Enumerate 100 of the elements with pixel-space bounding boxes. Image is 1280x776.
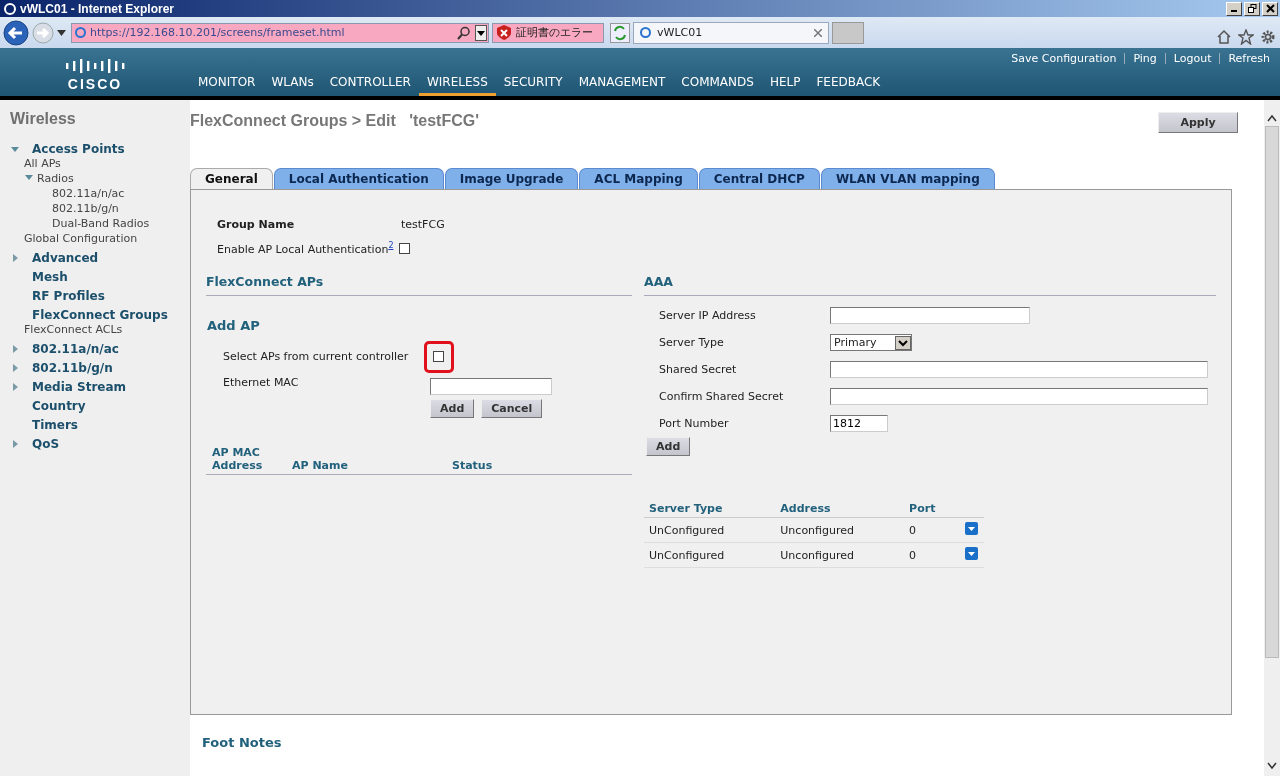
tab[interactable]: Image Upgrade	[444, 168, 579, 189]
logo-text: CISCO	[67, 75, 123, 92]
sidebar-item[interactable]: Access Points	[32, 142, 125, 156]
apply-button[interactable]: Apply	[1158, 112, 1238, 133]
search-icon[interactable]	[457, 25, 471, 40]
nav-item[interactable]: MANAGEMENT	[570, 75, 674, 97]
sidebar-subitem[interactable]: FlexConnect ACLs	[24, 322, 123, 337]
form-button[interactable]: Cancel	[481, 399, 543, 418]
nav-item[interactable]: SECURITY	[495, 75, 571, 97]
nav-item[interactable]: COMMANDS	[673, 75, 762, 97]
nav-item[interactable]: CONTROLLER	[321, 75, 419, 97]
field-label: Ethernet MAC	[223, 375, 300, 389]
certificate-error-button[interactable]: 証明書のエラー	[492, 22, 604, 43]
field-label: Shared Secret	[659, 363, 738, 376]
header-link[interactable]: Ping	[1133, 52, 1157, 65]
sidebar-item[interactable]: Advanced	[32, 251, 99, 265]
column-header: Status	[452, 459, 493, 472]
expand-icon[interactable]	[24, 172, 34, 182]
column-header: Address	[775, 500, 905, 518]
tab[interactable]: ACL Mapping	[579, 168, 698, 189]
shield-icon	[497, 25, 511, 40]
nav-item[interactable]: FEEDBACK	[808, 75, 889, 97]
table-cell: UnConfigured	[644, 517, 776, 543]
dropdown-icon[interactable]	[57, 29, 66, 36]
expand-icon[interactable]	[10, 144, 20, 154]
tab[interactable]: WLAN VLAN mapping	[820, 168, 995, 189]
add-button[interactable]: Add	[646, 437, 691, 456]
input-field[interactable]	[830, 307, 1030, 324]
server-type-dropdown[interactable]: Primary	[830, 334, 912, 351]
restore-button[interactable]	[1244, 1, 1260, 16]
tab[interactable]: Central DHCP	[698, 168, 820, 189]
star-icon[interactable]	[1238, 28, 1254, 45]
field-label: Group Name	[217, 217, 296, 231]
input-field[interactable]: 1812	[830, 415, 888, 432]
checkbox[interactable]	[399, 242, 411, 254]
scroll-down-icon[interactable]	[1267, 762, 1277, 770]
table-cell: 0	[904, 517, 960, 543]
input-field[interactable]	[830, 388, 1208, 405]
header-link[interactable]: Refresh	[1228, 52, 1270, 65]
nav-item[interactable]: HELP	[761, 75, 809, 97]
logo-bars-icon	[64, 56, 126, 75]
field-label: Confirm Shared Secret	[659, 390, 785, 403]
nav-item[interactable]: WLANs	[263, 75, 322, 97]
sidebar-subitem[interactable]: Radios	[37, 171, 74, 186]
home-icon[interactable]	[1216, 28, 1232, 45]
row-menu-icon[interactable]	[965, 522, 978, 535]
sidebar-subitem[interactable]: 802.11b/g/n	[52, 201, 119, 216]
expand-icon[interactable]	[10, 439, 20, 449]
page-icon	[640, 27, 651, 38]
scrollbar[interactable]	[1264, 100, 1280, 776]
browser-tab[interactable]: vWLC01	[633, 21, 829, 44]
tab[interactable]: Local Authentication	[273, 168, 444, 189]
section-subtitle: Add AP	[207, 318, 261, 333]
close-icon	[1265, 4, 1275, 13]
sidebar-subitem[interactable]: Dual-Band Radios	[52, 216, 150, 231]
column-header: Server Type	[644, 500, 776, 518]
nav-item[interactable]: MONITOR	[190, 75, 264, 97]
sidebar-item[interactable]: RF Profiles	[32, 289, 105, 303]
checkbox[interactable]	[433, 350, 444, 362]
sidebar-item[interactable]: Country	[32, 399, 86, 413]
dropdown-icon[interactable]	[475, 24, 487, 41]
form-button[interactable]: Add	[430, 399, 475, 418]
minimize-button[interactable]	[1226, 1, 1242, 16]
address-field[interactable]: https://192.168.10.201/screens/frameset.html	[71, 22, 489, 43]
close-icon[interactable]	[814, 28, 822, 37]
sidebar-item[interactable]: Timers	[32, 418, 78, 432]
table-cell: UnConfigured	[644, 542, 776, 568]
sidebar-subitem[interactable]: All APs	[24, 156, 61, 171]
section-title: Foot Notes	[202, 735, 283, 750]
column-header: AP Name	[292, 459, 349, 472]
tab[interactable]: General	[190, 168, 273, 189]
header-link[interactable]: Logout	[1173, 52, 1212, 65]
restore-icon	[1247, 4, 1257, 13]
field-label: Server IP Address	[659, 309, 757, 322]
sidebar-item[interactable]: Mesh	[32, 270, 68, 284]
window-title: vWLC01 - Internet Explorer	[20, 1, 176, 16]
header-link[interactable]: Save Configuration	[1011, 52, 1117, 65]
row-menu-icon[interactable]	[965, 547, 978, 560]
field-label: Server Type	[659, 336, 725, 349]
sidebar-item[interactable]: FlexConnect Groups	[32, 308, 168, 322]
scroll-up-icon[interactable]	[1267, 114, 1277, 122]
expand-icon[interactable]	[10, 253, 20, 263]
back-button[interactable]	[3, 19, 29, 46]
field-label: Enable AP Local Authentication$^{2}$	[217, 240, 394, 256]
sidebar-subitem[interactable]: Global Configuration	[24, 231, 138, 246]
section-title: AAA	[644, 274, 1216, 296]
section-title: FlexConnect APs	[206, 274, 632, 296]
input-field[interactable]	[430, 377, 552, 395]
sidebar-item[interactable]: Media Stream	[32, 380, 127, 394]
sidebar-item[interactable]: 802.11a/n/ac	[32, 342, 119, 356]
sidebar-item[interactable]: QoS	[32, 437, 60, 451]
input-field[interactable]	[830, 361, 1208, 378]
refresh-button[interactable]	[610, 22, 630, 43]
sidebar-subitem[interactable]: 802.11a/n/ac	[52, 186, 125, 201]
sidebar-item[interactable]: 802.11b/g/n	[32, 361, 113, 375]
close-button[interactable]	[1262, 1, 1278, 16]
table-cell: Unconfigured	[775, 517, 905, 543]
table-cell: 0	[904, 542, 960, 568]
settings-icon[interactable]	[1260, 28, 1276, 45]
browser-logo-icon	[4, 2, 16, 15]
